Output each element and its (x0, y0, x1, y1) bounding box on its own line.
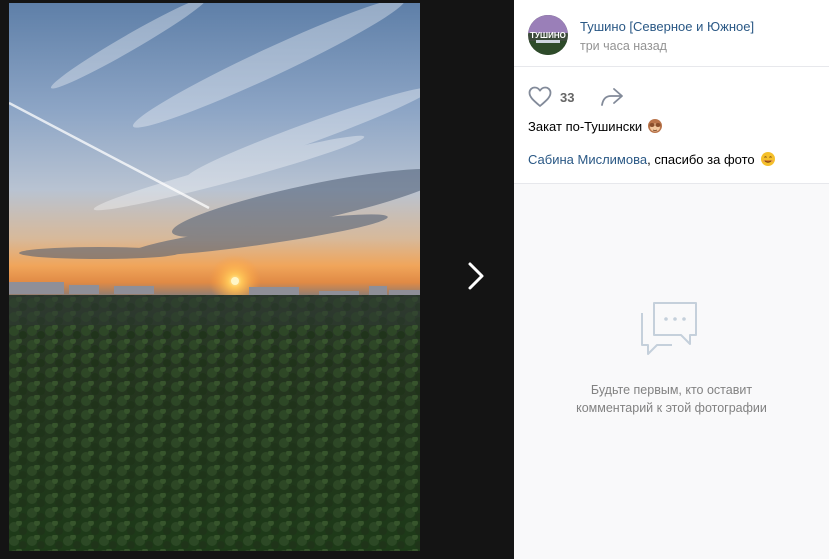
share-button[interactable] (600, 87, 624, 107)
credit-text: , спасибо за фото (647, 151, 755, 167)
like-count: 33 (560, 89, 575, 105)
photo-viewer (0, 0, 514, 559)
heart-icon (528, 86, 552, 107)
comments-section: Будьте первым, кто оставит комментарий к… (514, 184, 829, 559)
community-avatar[interactable]: ТУШИНО (528, 15, 568, 55)
sunset-photo[interactable] (9, 3, 420, 551)
caption-text: Закат по-Тушински (528, 118, 643, 134)
smiling-face-icon (760, 151, 776, 167)
share-arrow-icon (601, 88, 624, 106)
empty-comments-line1: Будьте первым, кто оставит (590, 383, 753, 397)
info-panel: ТУШИНО Тушино [Северное и Южное] три час… (514, 0, 829, 559)
empty-comments-line2: комментарий к этой фотографии (576, 401, 767, 415)
next-photo-button[interactable] (456, 253, 496, 299)
photo-credit: Сабина Мислимова , спасибо за фото (528, 151, 776, 167)
author-header: ТУШИНО Тушино [Северное и Южное] три час… (514, 0, 829, 67)
community-name-link[interactable]: Тушино [Северное и Южное] (580, 19, 754, 34)
svg-text:ТУШИНО: ТУШИНО (530, 31, 566, 40)
see-no-evil-monkey-icon (647, 118, 663, 134)
mention-link[interactable]: Сабина Мислимова (528, 152, 647, 167)
post-time[interactable]: три часа назад (580, 39, 667, 53)
post-actions: 33 (528, 86, 624, 108)
like-button[interactable]: 33 (528, 86, 574, 108)
photo-caption: Закат по-Тушински (528, 118, 663, 134)
empty-comments-message: Будьте первым, кто оставит комментарий к… (514, 381, 829, 417)
comment-bubbles-icon (636, 299, 700, 364)
chevron-right-icon (468, 262, 484, 290)
